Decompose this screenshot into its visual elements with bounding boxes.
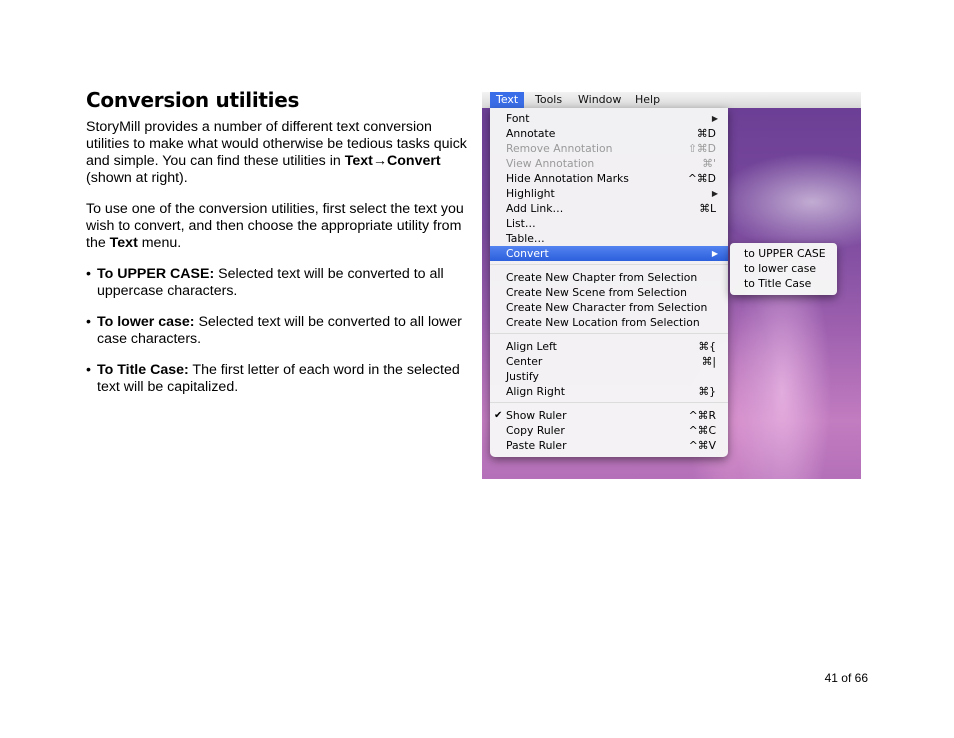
menu-item-new-location[interactable]: Create New Location from Selection <box>490 315 728 330</box>
menu-item-align-left[interactable]: Align Left ⌘{ <box>490 339 728 354</box>
list-item: • To UPPER CASE: Selected text will be co… <box>86 266 444 299</box>
menu-item-hide-annotation-marks[interactable]: Hide Annotation Marks ^⌘D <box>490 171 728 186</box>
menu-item-font[interactable]: Font ▶ <box>490 111 728 126</box>
list-item: • To lower case: Selected text will be co… <box>86 314 462 347</box>
list-item: • To Title Case: The first letter of each… <box>86 362 460 395</box>
bullet-icon: • <box>86 266 91 282</box>
menubar-help[interactable]: Help <box>629 92 666 108</box>
menu-item-align-right[interactable]: Align Right ⌘} <box>490 384 728 399</box>
menu-item-convert[interactable]: Convert ▶ <box>490 246 728 261</box>
bullet-icon: • <box>86 314 91 330</box>
page-number: 41 of 66 <box>824 671 868 685</box>
submenu-arrow-icon: ▶ <box>711 114 718 123</box>
convert-submenu: to UPPER CASE to lower case to Title Cas… <box>730 243 837 295</box>
usage-paragraph: To use one of the conversion utilities, … <box>86 201 464 251</box>
submenu-item-upper-case[interactable]: to UPPER CASE <box>744 246 826 261</box>
bullet-icon: • <box>86 362 91 378</box>
text-menu: Font ▶ Annotate ⌘D Remove Annotation ⇧⌘D Vi… <box>490 108 728 457</box>
menubar-tools[interactable]: Tools <box>529 92 568 108</box>
menu-item-copy-ruler[interactable]: Copy Ruler ^⌘C <box>490 423 728 438</box>
body-text: StoryMill provides a number of different… <box>86 119 470 410</box>
menubar-window[interactable]: Window <box>572 92 627 108</box>
menu-screenshot: Text Tools Window Help Font ▶ Annotate ⌘D … <box>482 92 861 479</box>
menu-item-remove-annotation: Remove Annotation ⇧⌘D <box>506 142 716 155</box>
submenu-item-title-case[interactable]: to Title Case <box>744 276 811 291</box>
page-title: Conversion utilities <box>86 88 300 112</box>
menubar-text[interactable]: Text <box>490 92 525 108</box>
submenu-arrow-icon: ▶ <box>711 189 718 198</box>
menu-item-show-ruler[interactable]: ✔ Show Ruler ^⌘R <box>490 408 728 423</box>
menu-item-add-link[interactable]: Add Link… ⌘L <box>490 201 728 216</box>
menu-separator <box>490 264 728 265</box>
checkmark-icon: ✔ <box>494 410 503 421</box>
menu-item-center[interactable]: Center ⌘| <box>490 354 728 369</box>
menu-bar: Text Tools Window Help <box>482 92 861 108</box>
submenu-arrow-icon: ▶ <box>711 249 718 258</box>
menu-item-annotate[interactable]: Annotate ⌘D <box>490 126 728 141</box>
menu-item-paste-ruler[interactable]: Paste Ruler ^⌘V <box>490 438 728 453</box>
intro-paragraph: StoryMill provides a number of different… <box>86 119 467 186</box>
submenu-item-lower-case[interactable]: to lower case <box>744 261 816 276</box>
menu-separator <box>490 402 728 403</box>
menu-item-new-character[interactable]: Create New Character from Selection <box>490 300 728 315</box>
menu-item-list[interactable]: List… <box>490 216 728 231</box>
menu-item-justify[interactable]: Justify <box>490 369 728 384</box>
menu-item-new-scene[interactable]: Create New Scene from Selection <box>490 285 728 300</box>
menu-separator <box>490 333 728 334</box>
menu-item-highlight[interactable]: Highlight ▶ <box>490 186 728 201</box>
conversion-list: • To UPPER CASE: Selected text will be co… <box>86 266 470 396</box>
menu-item-table[interactable]: Table… <box>490 231 728 246</box>
menu-item-new-chapter[interactable]: Create New Chapter from Selection <box>490 270 728 285</box>
menu-item-view-annotation: View Annotation ⌘' <box>506 157 716 170</box>
